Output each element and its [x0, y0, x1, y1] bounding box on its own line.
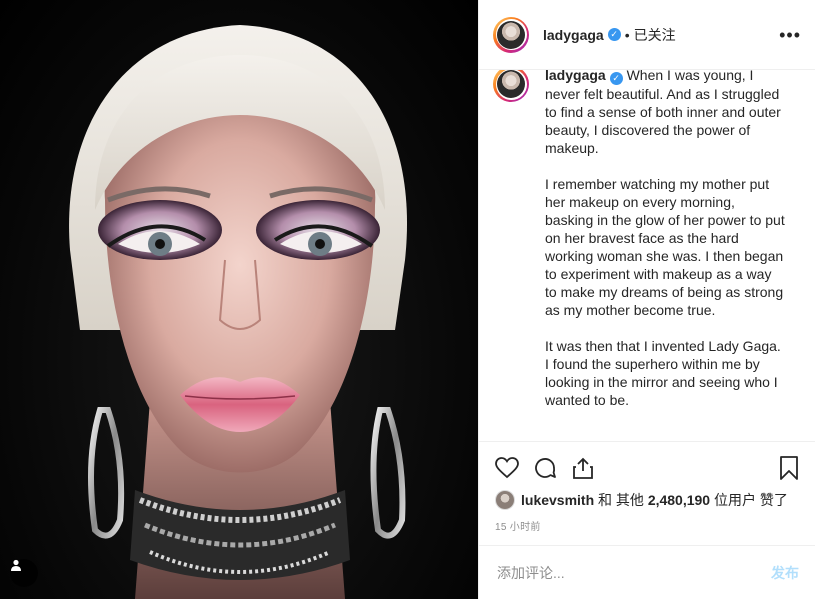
header-username[interactable]: ladygaga — [543, 27, 604, 43]
post-timestamp[interactable]: 15 小时前 — [479, 510, 815, 545]
caption-text: ladygaga ✓ When I was young, I never felt… — [545, 70, 785, 427]
verified-badge-icon: ✓ — [607, 28, 621, 41]
share-icon[interactable] — [571, 456, 595, 480]
post-comment-button[interactable]: 发布 — [771, 563, 799, 583]
heart-icon[interactable] — [495, 457, 519, 479]
verified-badge-icon: ✓ — [609, 71, 623, 85]
caption-paragraph-3: It was then that I invented Lady Gaga. I… — [545, 337, 781, 408]
instagram-post: ladygaga ✓ • 已关注 ••• ladygaga ✓ When I wa… — [0, 0, 815, 599]
profile-avatar[interactable] — [493, 16, 529, 53]
caption: ladygaga ✓ When I was young, I never felt… — [493, 70, 799, 427]
action-icons — [479, 442, 815, 486]
bookmark-icon[interactable] — [779, 456, 799, 480]
caption-paragraph-2: I remember watching my mother put her ma… — [545, 175, 785, 318]
likes-summary[interactable]: lukevsmith 和 其他 2,480,190 位用户 赞了 — [479, 486, 815, 510]
caption-paragraph: ladygaga ✓ When I was young, I never felt… — [545, 70, 785, 157]
more-options-icon[interactable]: ••• — [779, 26, 801, 44]
caption-area[interactable]: ladygaga ✓ When I was young, I never felt… — [479, 70, 815, 441]
liker-username[interactable]: lukevsmith — [521, 492, 594, 508]
likes-suffix: 位用户 赞了 — [714, 492, 788, 508]
comment-input[interactable] — [495, 563, 771, 582]
person-icon — [11, 559, 21, 571]
post-header: ladygaga ✓ • 已关注 ••• — [479, 0, 815, 70]
comment-box: 发布 — [479, 545, 815, 599]
portrait-image — [69, 25, 408, 599]
caption-avatar[interactable] — [493, 70, 529, 102]
liker-avatar — [495, 490, 515, 510]
caption-username[interactable]: ladygaga — [545, 70, 606, 83]
follow-status-button[interactable]: 已关注 — [634, 25, 676, 45]
header-separator: • — [624, 26, 630, 43]
likes-count[interactable]: 2,480,190 — [648, 492, 710, 508]
user-tags-button[interactable] — [10, 559, 38, 587]
comment-icon[interactable] — [533, 456, 557, 480]
likes-and-others: 和 其他 — [598, 492, 644, 508]
post-photo[interactable] — [0, 0, 478, 599]
post-side-panel: ladygaga ✓ • 已关注 ••• ladygaga ✓ When I wa… — [478, 0, 815, 599]
actions-area: lukevsmith 和 其他 2,480,190 位用户 赞了 15 小时前 … — [479, 441, 815, 599]
